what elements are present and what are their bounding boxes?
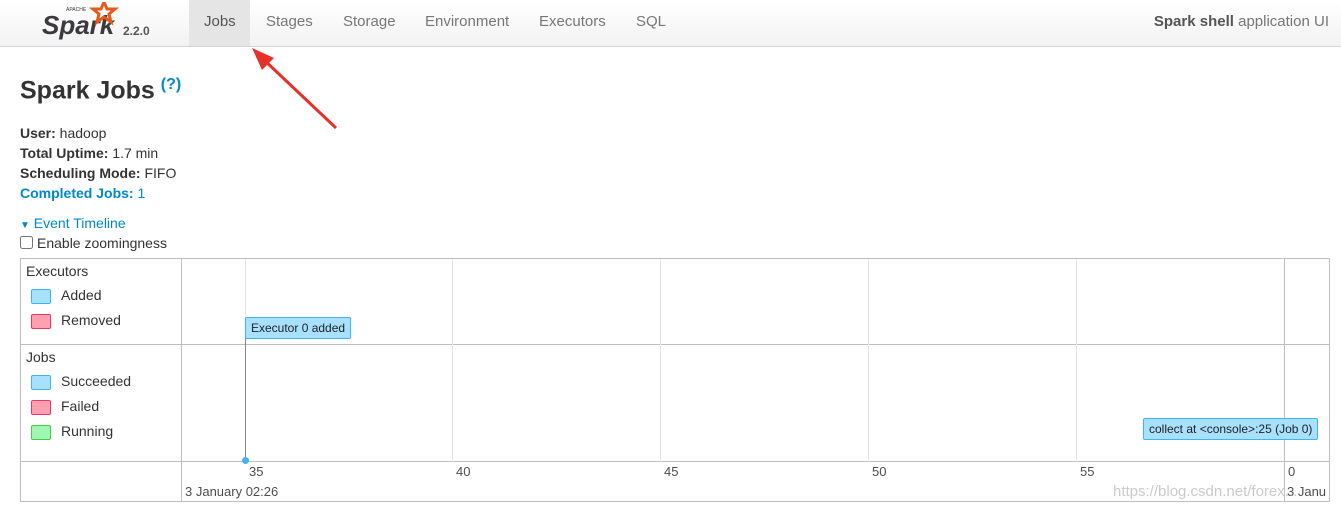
tick-label: 0 <box>1288 464 1296 479</box>
info-scheduling: Scheduling Mode: FIFO <box>20 165 177 181</box>
page-title: Spark Jobs (?) <box>20 76 182 105</box>
tick-label: 50 <box>872 464 887 479</box>
help-link[interactable]: (?) <box>161 76 181 93</box>
watermark: https://blog.csdn.net/forex... <box>1113 483 1298 500</box>
executor-added-event[interactable]: Executor 0 added <box>245 317 352 339</box>
event-timeline[interactable]: Executors Added Removed Jobs Succeeded F… <box>20 258 1330 502</box>
legend-running: Running <box>61 423 114 439</box>
caret-down-icon: ▼ <box>20 220 30 231</box>
tick-label: 45 <box>664 464 679 479</box>
completed-jobs-link[interactable]: Completed Jobs: 1 <box>20 183 145 203</box>
jobs-title: Jobs <box>26 349 56 365</box>
legend-failed: Failed <box>61 398 100 414</box>
legend-removed: Removed <box>61 312 121 328</box>
zoom-label: Enable zoomingness <box>37 235 167 251</box>
tick-label: 55 <box>1080 464 1095 479</box>
date-label: 3 January 02:26 <box>185 484 279 499</box>
legend-succeeded: Succeeded <box>61 373 132 389</box>
job-event[interactable]: collect at <console>:25 (Job 0) <box>1143 418 1319 440</box>
info-user: User: hadoop <box>20 125 107 141</box>
tick-label: 35 <box>249 464 264 479</box>
zoom-checkbox[interactable] <box>20 236 33 249</box>
legend-added: Added <box>61 287 102 303</box>
enable-zooming[interactable]: Enable zoomingness <box>20 233 167 253</box>
tick-label: 40 <box>456 464 471 479</box>
info-uptime: Total Uptime: 1.7 min <box>20 145 159 161</box>
executors-title: Executors <box>26 263 89 279</box>
